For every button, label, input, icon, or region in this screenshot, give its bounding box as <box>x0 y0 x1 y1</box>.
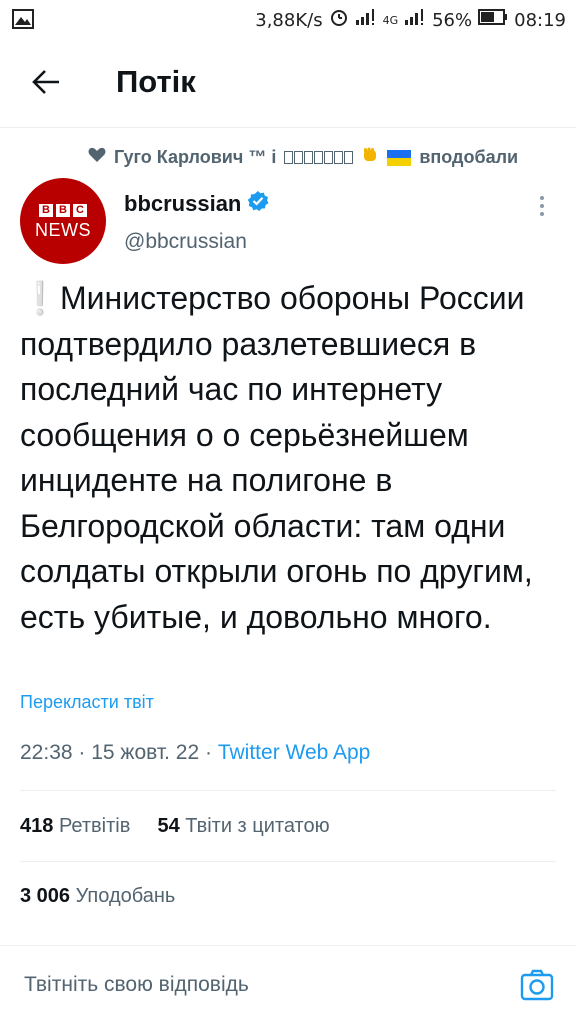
verified-badge-icon <box>247 190 269 218</box>
status-bar: 3,88K/s 4G 56% 08:19 <box>0 0 576 38</box>
unsupported-glyphs-icon <box>284 151 354 164</box>
likes-label: Уподобань <box>75 885 176 907</box>
tweet-date: 15 жовт. 22 <box>91 741 200 764</box>
battery-icon <box>478 9 508 31</box>
back-arrow-icon[interactable] <box>26 62 66 102</box>
tweet-time: 22:38 <box>20 741 73 764</box>
clock: 08:19 <box>514 9 566 31</box>
reply-input[interactable]: Твітніть свою відповідь <box>24 973 249 997</box>
retweets-label: Ретвітів <box>58 815 131 837</box>
gallery-icon <box>12 9 34 34</box>
quotes-stat[interactable]: 54 Твіти з цитатою <box>157 815 329 837</box>
camera-icon[interactable] <box>520 968 554 1002</box>
more-options-icon[interactable] <box>530 190 554 222</box>
signal-icon <box>355 8 377 32</box>
retweets-stat[interactable]: 418 Ретвітів <box>20 815 130 837</box>
social-suffix: вподобали <box>419 147 519 167</box>
battery-percent: 56% <box>432 9 473 31</box>
page-title: Потік <box>116 64 196 99</box>
tweet-body: ❕Министерство обороны России подтвердило… <box>20 276 560 640</box>
likes-stat[interactable]: 3 006 Уподобань <box>20 885 175 908</box>
liker-name: Гуго Карлович ™ і <box>114 147 277 167</box>
divider <box>20 790 556 791</box>
network-type: 4G <box>382 13 399 27</box>
social-context[interactable]: Гуго Карлович ™ і вподобали <box>88 146 518 169</box>
author-name[interactable]: bbcrussian <box>124 190 269 218</box>
retweets-count: 418 <box>20 815 54 837</box>
tweet-meta: 22:38 · 15 жовт. 22 · Twitter Web App <box>20 741 371 764</box>
exclamation-emoji-icon: ❕ <box>20 280 60 316</box>
network-speed: 3,88K/s <box>255 9 323 31</box>
engagement-row: 418 Ретвітів 54 Твіти з цитатою <box>20 815 330 838</box>
quotes-label: Твіти з цитатою <box>185 815 330 837</box>
avatar-news-label: NEWS <box>35 220 91 240</box>
fist-emoji-icon <box>361 146 379 169</box>
author-display-name: bbcrussian <box>124 191 242 216</box>
tweet-source-link[interactable]: Twitter Web App <box>218 741 371 764</box>
reply-bar: Твітніть свою відповідь <box>0 945 576 1024</box>
quotes-count: 54 <box>157 815 180 837</box>
tweet-text: Министерство обороны России подтвердило … <box>20 280 533 635</box>
signal-4g-icon <box>404 8 426 32</box>
likes-count: 3 006 <box>20 885 71 907</box>
translate-tweet-link[interactable]: Перекласти твіт <box>20 692 154 713</box>
heart-icon <box>88 147 106 168</box>
avatar[interactable]: BBC NEWS <box>20 178 106 264</box>
ukraine-flag-icon <box>387 149 412 166</box>
app-header: Потік <box>0 38 576 128</box>
author-handle[interactable]: @bbcrussian <box>124 230 247 254</box>
bbc-logo: BBC <box>39 204 87 217</box>
alarm-icon <box>329 7 349 33</box>
divider <box>20 861 556 862</box>
